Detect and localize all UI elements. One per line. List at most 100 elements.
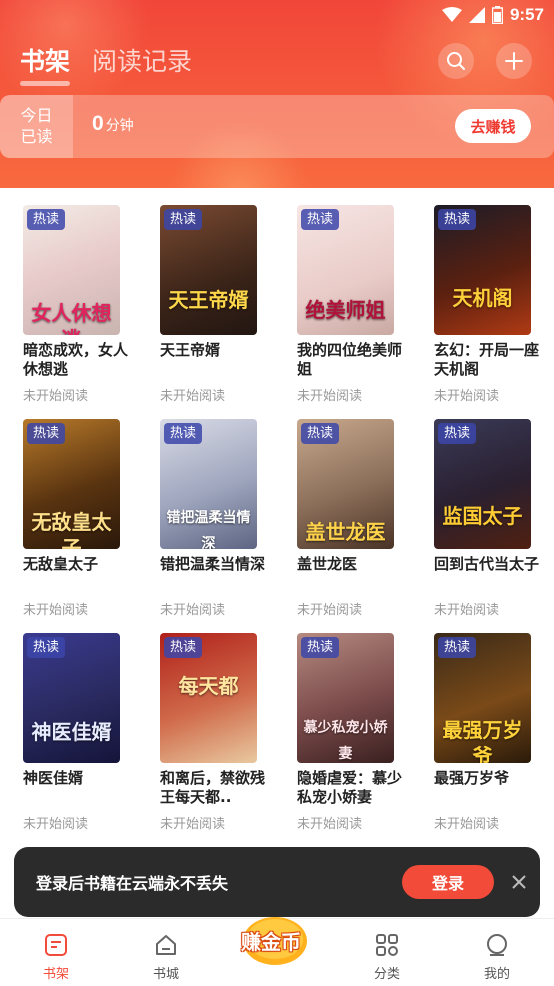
book-cover-title: 绝美师姐	[305, 298, 386, 322]
header: 9:57 书架 阅读记录 今日 已读 0 分钟 去赚钱	[0, 0, 554, 188]
book-cover-title: 天王帝婿	[168, 288, 249, 312]
book-cover[interactable]: 慕少私宠小娇妻 热读	[297, 633, 394, 763]
hot-badge: 热读	[164, 209, 202, 230]
book-status: 未开始阅读	[23, 603, 89, 618]
book-title: 暗恋成欢，女人休想逃	[23, 341, 129, 378]
book-item[interactable]: 天王帝婿 热读天王帝婿未开始阅读	[160, 205, 260, 410]
close-icon[interactable]	[508, 871, 530, 893]
clock: 9:57	[509, 5, 544, 24]
nav-bookshelf[interactable]: 书架	[16, 919, 96, 986]
nav-bookstore[interactable]: 书城	[126, 919, 206, 986]
book-item[interactable]: 神医佳婿 热读神医佳婿未开始阅读	[23, 633, 123, 838]
book-item[interactable]: 监国太子 热读回到古代当太子 未开始阅读	[434, 419, 539, 624]
book-cover-title: 每天都	[178, 674, 239, 698]
book-status: 未开始阅读	[23, 817, 89, 832]
book-title: 和离后，禁欲残王每天都..	[160, 769, 266, 806]
login-banner-message: 登录后书籍在云端永不丢失	[36, 874, 229, 893]
book-item[interactable]: 天机阁 热读玄幻：开局一座天机阁未开始阅读	[434, 205, 539, 410]
nav-bookshelf-label: 书架	[42, 967, 69, 982]
search-icon	[447, 52, 465, 70]
reading-minutes: 0 分钟	[92, 112, 134, 135]
book-cover-title: 天机阁	[452, 286, 513, 310]
login-button[interactable]: 登录	[402, 865, 494, 899]
hot-badge: 热读	[27, 637, 65, 658]
nav-earn-coins-label: 赚金币	[241, 930, 301, 954]
book-cover[interactable]: 最强万岁爷 热读	[434, 633, 531, 763]
nav-bookstore-label: 书城	[152, 967, 179, 982]
signal-icon	[468, 7, 485, 23]
book-title: 回到古代当太子	[434, 555, 540, 573]
book-item[interactable]: 最强万岁爷 热读最强万岁爷未开始阅读	[434, 633, 534, 838]
book-status: 未开始阅读	[297, 817, 363, 832]
nav-mine[interactable]: 我的	[457, 919, 537, 986]
book-title: 玄幻：开局一座天机阁	[434, 341, 540, 378]
status-bar: 9:57	[0, 0, 554, 30]
book-status: 未开始阅读	[434, 817, 500, 832]
book-cover[interactable]: 绝美师姐 热读	[297, 205, 394, 335]
hot-badge: 热读	[27, 209, 65, 230]
book-cover[interactable]: 每天都 热读	[160, 633, 257, 763]
book-item[interactable]: 每天都 热读和离后，禁欲残王每天都.. 未开始阅读	[160, 633, 265, 838]
book-title: 神医佳婿	[23, 769, 84, 787]
book-item[interactable]: 错把温柔当情深 热读 错把温柔当情深 未开始阅读	[160, 419, 265, 624]
book-cover[interactable]: 女人休想逃 热读	[23, 205, 120, 335]
book-cover[interactable]: 天王帝婿 热读	[160, 205, 257, 335]
book-status: 未开始阅读	[434, 389, 500, 404]
book-item[interactable]: 无敌皇太子 热读无敌皇太子未开始阅读	[23, 419, 123, 624]
book-cover[interactable]: 盖世龙医 热读	[297, 419, 394, 549]
book-title: 最强万岁爷	[434, 769, 510, 787]
book-item[interactable]: 女人休想逃 热读暗恋成欢，女人休想逃未开始阅读	[23, 205, 128, 410]
book-title: 隐婚虐爱：慕少私宠小娇妻	[297, 769, 403, 806]
book-cover[interactable]: 天机阁 热读	[434, 205, 531, 335]
hot-badge: 热读	[438, 637, 476, 658]
tab-bookshelf-label: 书架	[20, 47, 71, 76]
today-read-label: 今日 已读	[0, 95, 73, 158]
book-cover-title: 慕少私宠小娇妻	[303, 720, 388, 762]
earn-money-button[interactable]: 去赚钱	[455, 109, 531, 143]
hot-badge: 热读	[164, 637, 202, 658]
book-title: 盖世龙医	[297, 555, 358, 573]
hot-badge: 热读	[301, 637, 339, 658]
bookshelf-screen: 9:57 书架 阅读记录 今日 已读 0 分钟 去赚钱 女人休想 热读 暗恋成欢…	[0, 0, 554, 986]
reading-time-card: 今日 已读 0 分钟 去赚钱	[0, 95, 554, 158]
book-cover-title: 无敌皇太子	[31, 510, 112, 549]
hot-badge: 热读	[301, 423, 339, 444]
book-item[interactable]: 慕少私宠小娇妻 热读隐婚虐爱：慕少私宠小娇妻未开始阅读	[297, 633, 402, 838]
nav-mine-label: 我的	[483, 967, 510, 982]
login-banner: 登录后书籍在云端永不丢失 登录	[14, 847, 540, 917]
hot-badge: 热读	[438, 209, 476, 230]
plus-icon	[505, 52, 523, 70]
book-status: 未开始阅读	[434, 603, 500, 618]
bookstore-icon	[156, 935, 176, 955]
category-icon	[376, 934, 398, 956]
wifi-icon	[441, 7, 462, 22]
book-title: 无敌皇太子	[23, 555, 99, 573]
tab-bookshelf[interactable]: 书架	[20, 42, 71, 86]
book-cover[interactable]: 监国太子 热读	[434, 419, 531, 549]
battery-icon	[491, 6, 503, 24]
book-title: 我的四位绝美师姐	[297, 341, 403, 378]
book-cover[interactable]: 神医佳婿 热读	[23, 633, 120, 763]
book-cover-title: 监国太子	[442, 504, 523, 528]
book-status: 未开始阅读	[23, 389, 89, 404]
book-status: 未开始阅读	[160, 817, 226, 832]
book-item[interactable]: 绝美师姐 热读 我的四位绝美师姐 未开始阅读	[297, 205, 402, 410]
book-item[interactable]: 盖世龙医 热读盖世龙医未开始阅读	[297, 419, 397, 624]
book-status: 未开始阅读	[160, 603, 226, 618]
book-cover[interactable]: 错把温柔当情深 热读	[160, 419, 257, 549]
search-button[interactable]	[438, 43, 474, 79]
book-status: 未开始阅读	[297, 603, 363, 618]
hot-badge: 热读	[27, 423, 65, 444]
nav-category[interactable]: 分类	[347, 919, 427, 986]
bookshelf-icon	[45, 934, 67, 956]
book-cover-title: 女人休想逃	[31, 301, 112, 335]
tab-reading-history[interactable]: 阅读记录	[92, 42, 192, 86]
book-cover[interactable]: 无敌皇太子 热读	[23, 419, 120, 549]
hot-badge: 热读	[164, 423, 202, 444]
book-status: 未开始阅读	[160, 389, 226, 404]
book-cover-title: 神医佳婿	[31, 720, 112, 744]
book-cover-title: 最强万岁爷	[442, 718, 523, 763]
book-title: 天王帝婿	[160, 341, 221, 359]
add-button[interactable]	[496, 43, 532, 79]
nav-earn-coins[interactable]: 赚金币	[239, 911, 311, 971]
